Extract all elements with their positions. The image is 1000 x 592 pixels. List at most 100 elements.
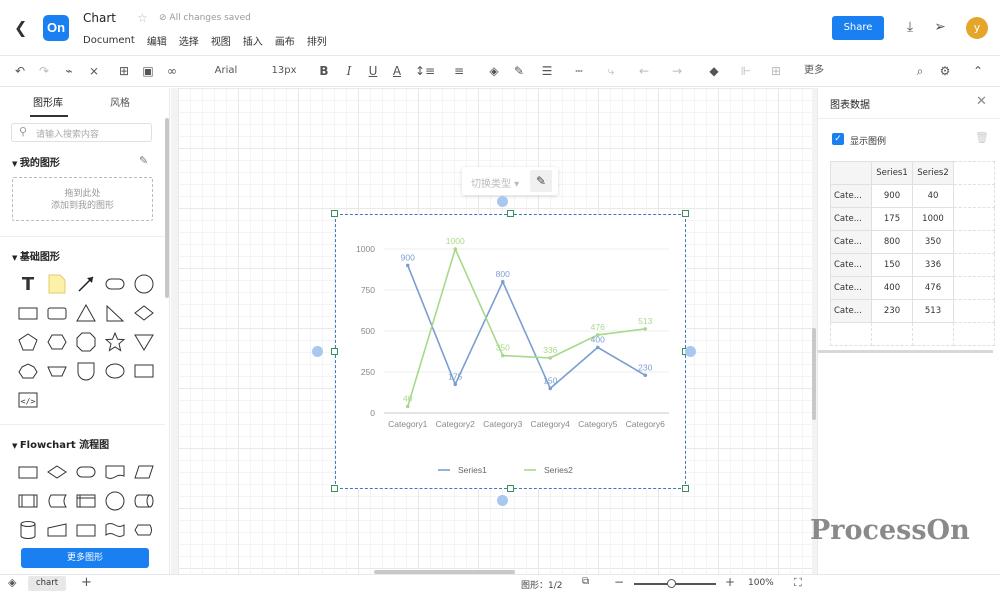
terminator-shape-icon[interactable]: [75, 461, 97, 483]
settings-sliders-icon[interactable]: ⚙: [937, 62, 953, 80]
menu-item-arrange[interactable]: 排列: [307, 33, 327, 48]
menu-item-canvas[interactable]: 画布: [275, 33, 295, 48]
series-header-cell[interactable]: Series2: [912, 161, 954, 185]
manual-input-shape-icon[interactable]: [46, 519, 68, 541]
resize-handle-sw[interactable]: [331, 485, 338, 492]
star-shape-icon[interactable]: [104, 331, 126, 353]
star-icon[interactable]: ☆: [137, 11, 148, 25]
empty-cell[interactable]: [953, 253, 995, 277]
text-shape-icon[interactable]: T: [17, 273, 39, 295]
empty-cell[interactable]: [953, 184, 995, 208]
zoom-level[interactable]: 100%: [748, 578, 774, 588]
value-cell[interactable]: 513: [912, 299, 954, 323]
empty-cell[interactable]: [953, 299, 995, 323]
font-color-icon[interactable]: A: [389, 62, 405, 80]
value-cell[interactable]: 336: [912, 253, 954, 277]
code-shape-icon[interactable]: </>: [17, 389, 39, 411]
circle-shape-icon[interactable]: [133, 273, 155, 295]
process-shape-icon[interactable]: [17, 461, 39, 483]
series-header-cell[interactable]: Series1: [871, 161, 913, 185]
value-cell[interactable]: 230: [871, 299, 913, 323]
display-shape-icon[interactable]: [133, 519, 155, 541]
zoom-in-icon[interactable]: +: [725, 575, 735, 589]
connector-icon[interactable]: ⤷: [600, 62, 622, 80]
stored-data-shape-icon[interactable]: [46, 490, 68, 512]
empty-cell[interactable]: [871, 322, 913, 346]
panel-resize-bar[interactable]: [818, 350, 993, 353]
resize-handle-ne[interactable]: [682, 210, 689, 217]
value-cell[interactable]: 175: [871, 207, 913, 231]
font-family-select[interactable]: Arial: [208, 62, 244, 80]
rect-shape-icon[interactable]: [17, 302, 39, 324]
switch-type-dropdown[interactable]: 切换类型 ▾: [471, 175, 519, 190]
database-shape-icon[interactable]: [17, 519, 39, 541]
share-button[interactable]: Share: [832, 16, 884, 40]
group-icon[interactable]: ⊞: [766, 62, 786, 80]
diamond-shape-icon[interactable]: [133, 302, 155, 324]
download-icon[interactable]: ⤓: [900, 17, 920, 37]
connect-point-right[interactable]: [685, 346, 696, 357]
link-icon[interactable]: ∞: [164, 62, 180, 80]
collapse-up-icon[interactable]: ⌃: [970, 62, 986, 80]
category-cell[interactable]: Cate...: [830, 276, 872, 300]
connector-circle-shape-icon[interactable]: [104, 490, 126, 512]
value-cell[interactable]: 40: [912, 184, 954, 208]
leaf-shape-icon[interactable]: [75, 360, 97, 382]
empty-cell[interactable]: [953, 230, 995, 254]
chart-shape[interactable]: 0 250 500 750 1000 Category1 Category2 Category…: [335, 214, 686, 489]
crop-icon[interactable]: ⊞: [116, 62, 132, 80]
sheet-tab[interactable]: chart: [28, 576, 66, 591]
align-objects-icon[interactable]: ⊩: [736, 62, 756, 80]
document-shape-icon[interactable]: [104, 461, 126, 483]
empty-cell[interactable]: [953, 161, 995, 185]
note-shape-icon[interactable]: [46, 273, 68, 295]
cloud-shape-icon[interactable]: [17, 360, 39, 382]
send-icon[interactable]: ➢: [930, 17, 950, 37]
italic-icon[interactable]: I: [341, 62, 357, 80]
line-width-icon[interactable]: ☰: [536, 62, 558, 80]
add-sheet-icon[interactable]: +: [81, 575, 92, 590]
octagon-shape-icon[interactable]: [75, 331, 97, 353]
tape-shape-icon[interactable]: [104, 519, 126, 541]
triangle-shape-icon[interactable]: [75, 302, 97, 324]
predefined-process-shape-icon[interactable]: [17, 490, 39, 512]
pentagon-shape-icon[interactable]: [17, 331, 39, 353]
down-triangle-shape-icon[interactable]: [133, 331, 155, 353]
empty-cell[interactable]: [953, 207, 995, 231]
arrow-shape-icon[interactable]: [75, 273, 97, 295]
category-cell[interactable]: Cate...: [830, 207, 872, 231]
left-panel-scrollbar[interactable]: [165, 118, 169, 298]
end-arrow-icon[interactable]: →: [666, 62, 688, 80]
tab-shape-library[interactable]: 图形库: [33, 94, 63, 109]
zoom-out-icon[interactable]: −: [614, 575, 624, 589]
image-icon[interactable]: ▣: [140, 62, 156, 80]
menu-item-edit[interactable]: 编辑: [147, 33, 167, 48]
line-color-icon[interactable]: ✎: [510, 62, 528, 80]
menu-item-select[interactable]: 选择: [179, 33, 199, 48]
menu-item-view[interactable]: 视图: [211, 33, 231, 48]
resize-handle-w[interactable]: [331, 348, 338, 355]
internal-storage-shape-icon[interactable]: [75, 490, 97, 512]
start-arrow-icon[interactable]: ←: [633, 62, 655, 80]
resize-handle-n[interactable]: [507, 210, 514, 217]
app-logo[interactable]: On: [43, 15, 69, 41]
canvas-vertical-scrollbar[interactable]: [812, 328, 816, 420]
value-cell[interactable]: 350: [912, 230, 954, 254]
value-cell[interactable]: 400: [871, 276, 913, 300]
hexagon-shape-icon[interactable]: [46, 331, 68, 353]
value-cell[interactable]: 150: [871, 253, 913, 277]
tab-style[interactable]: 风格: [110, 94, 130, 109]
folded-rect-shape-icon[interactable]: [133, 360, 155, 382]
edit-chart-icon[interactable]: ✎: [530, 170, 552, 192]
canvas-area[interactable]: 切换类型 ▾ ✎ 0 250 500 750 1000 Category1 Category…: [171, 88, 817, 574]
redo-icon[interactable]: ↷: [36, 62, 52, 80]
edit-icon[interactable]: ✎: [139, 154, 148, 167]
resize-handle-se[interactable]: [682, 485, 689, 492]
table-corner-cell[interactable]: [830, 161, 872, 185]
value-cell[interactable]: 900: [871, 184, 913, 208]
map-icon[interactable]: ⧉: [582, 576, 589, 587]
more-shapes-button[interactable]: 更多图形: [21, 548, 149, 568]
empty-cell[interactable]: [953, 276, 995, 300]
section-my-shapes[interactable]: ▼ 我的图形: [12, 154, 60, 169]
layers-icon[interactable]: ◈: [8, 576, 16, 589]
